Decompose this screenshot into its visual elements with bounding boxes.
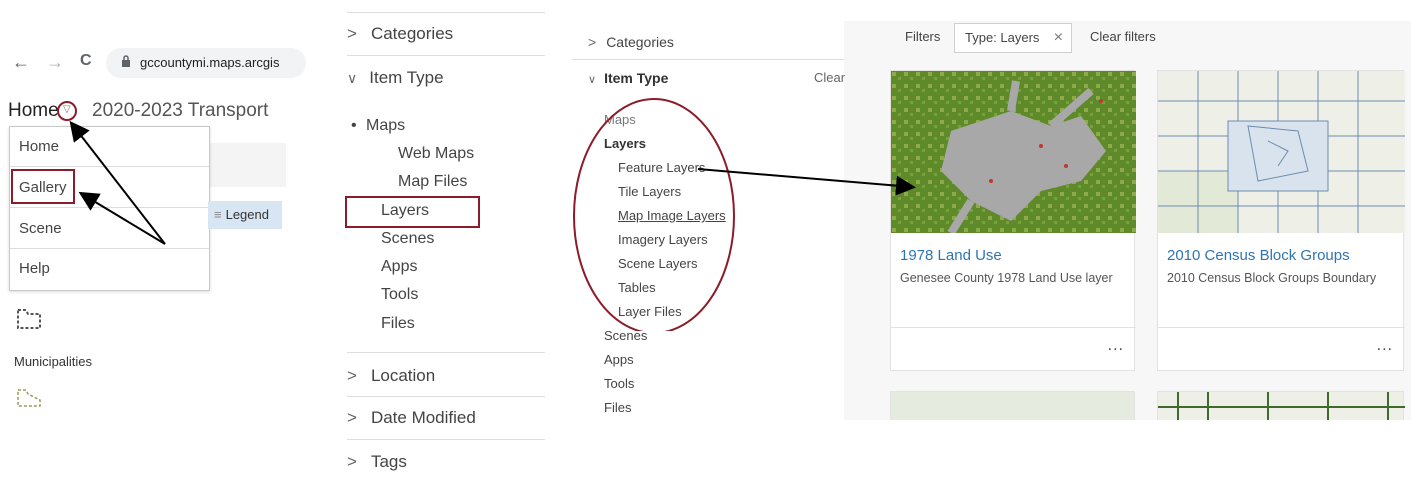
chevron-right-icon: > bbox=[347, 24, 357, 43]
item-apps[interactable]: Apps bbox=[381, 258, 579, 276]
bullet-icon: • bbox=[351, 117, 357, 134]
item-label: Maps bbox=[366, 117, 406, 134]
chevron-right-icon: > bbox=[347, 452, 357, 471]
polygon-symbol-icon bbox=[17, 309, 41, 329]
item-type-section[interactable]: ∨ Item Type bbox=[347, 68, 545, 88]
item-files[interactable]: Files bbox=[381, 315, 579, 333]
map-viewer-panel: ← → C gccountymi.maps.arcgis Home ▽ 2020… bbox=[0, 0, 306, 481]
tags-label: Tags bbox=[370, 452, 407, 471]
divider bbox=[347, 396, 545, 397]
gallery-panel: > Categories ∨ Item Type Clear Maps Layers… bbox=[572, 21, 1411, 420]
divider bbox=[347, 439, 545, 440]
annotation-arrow bbox=[697, 168, 916, 196]
date-modified-section[interactable]: > Date Modified bbox=[347, 408, 545, 428]
date-modified-label: Date Modified bbox=[370, 408, 476, 427]
tags-section[interactable]: > Tags bbox=[347, 452, 545, 472]
municipalities-label: Municipalities bbox=[14, 354, 93, 369]
item-scenes[interactable]: Scenes bbox=[381, 230, 579, 248]
divider bbox=[347, 352, 545, 353]
divider bbox=[347, 12, 545, 13]
categories-label: Categories bbox=[370, 24, 454, 43]
item-type-label: Item Type bbox=[369, 68, 444, 87]
layers-highlight bbox=[345, 196, 480, 228]
item-maps[interactable]: • Maps bbox=[351, 117, 564, 135]
item-map-files[interactable]: Map Files bbox=[398, 173, 596, 191]
location-section[interactable]: > Location bbox=[347, 366, 545, 386]
chevron-down-icon: ∨ bbox=[347, 70, 358, 86]
categories-section[interactable]: > Categories bbox=[347, 24, 545, 44]
location-label: Location bbox=[370, 366, 436, 385]
item-tools[interactable]: Tools bbox=[381, 286, 579, 304]
municipality-symbol-icon bbox=[17, 389, 41, 407]
chevron-right-icon: > bbox=[347, 366, 357, 385]
chevron-right-icon: > bbox=[347, 408, 357, 427]
divider bbox=[347, 55, 545, 56]
annotation-arrows bbox=[69, 120, 166, 245]
item-web-maps[interactable]: Web Maps bbox=[398, 145, 596, 163]
filter-panel: > Categories ∨ Item Type • Maps Web Maps Ma… bbox=[330, 0, 545, 481]
